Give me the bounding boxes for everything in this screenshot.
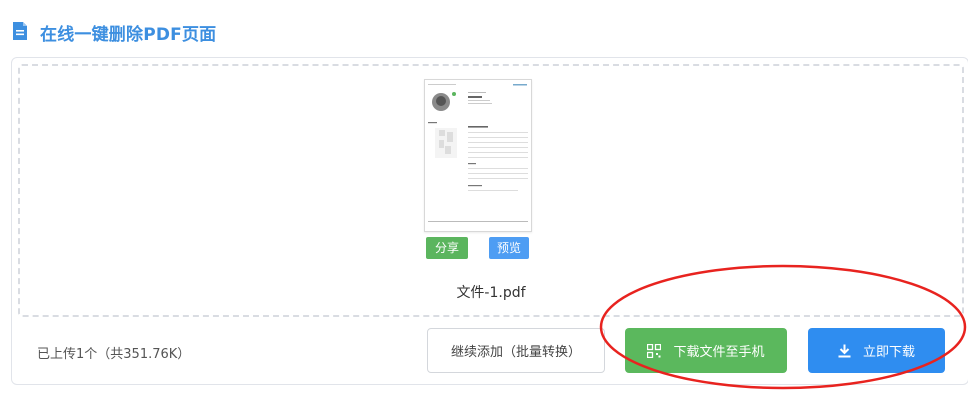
download-now-button[interactable]: 立即下载 — [808, 328, 945, 373]
download-icon — [838, 344, 851, 358]
add-more-label: 继续添加（批量转换） — [450, 345, 581, 360]
file-dropzone[interactable]: 分享 预览 文件-1.pdf — [18, 64, 964, 317]
download-now-label: 立即下载 — [862, 345, 915, 360]
pdf-page-thumbnail[interactable] — [424, 79, 532, 232]
download-to-phone-button[interactable]: 下载文件至手机 — [625, 328, 787, 373]
upload-panel: 分享 预览 文件-1.pdf 已上传1个（共351.76K） 继续添加（批量转换… — [11, 57, 968, 385]
preview-button[interactable]: 预览 — [489, 237, 529, 259]
document-icon — [12, 21, 30, 43]
share-button[interactable]: 分享 — [426, 237, 468, 259]
page-title: 在线一键删除PDF页面 — [40, 24, 217, 45]
download-to-phone-label: 下载文件至手机 — [673, 345, 765, 360]
file-name: 文件-1.pdf — [456, 285, 526, 301]
page-header: 在线一键删除PDF页面 — [12, 20, 217, 45]
add-more-button[interactable]: 继续添加（批量转换） — [427, 328, 605, 373]
qrcode-icon — [647, 343, 662, 358]
upload-status: 已上传1个（共351.76K） — [37, 347, 191, 362]
